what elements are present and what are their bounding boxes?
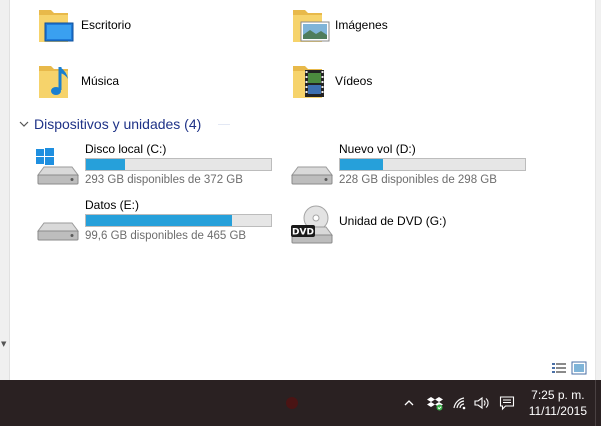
drive-g[interactable]: DVD Unidad de DVD (G:) [288,198,533,246]
videos-folder-icon [290,61,330,101]
devices-group-header[interactable]: Dispositivos y unidades (4) [18,116,230,132]
folder-escritorio[interactable]: Escritorio [36,3,131,47]
drive-usage-bar [85,214,272,227]
windows-drive-icon [34,148,80,188]
taskbar-app-icon[interactable] [280,380,304,426]
details-view-icon[interactable] [551,361,567,375]
file-explorer-window: ▼ Escritorio Imágenes Música Vídeos Disp… [0,0,601,380]
dvd-drive-icon: DVD [288,204,334,244]
pictures-folder-icon [290,5,330,45]
clock-date: 11/11/2015 [528,404,587,418]
large-icons-view-icon[interactable] [571,361,587,375]
hard-drive-icon [34,204,80,244]
drive-usage-fill [86,159,125,170]
drive-c[interactable]: Disco local (C:) 293 GB disponibles de 3… [34,142,279,190]
show-desktop-button[interactable] [595,380,601,426]
folder-musica[interactable]: Música [36,59,119,103]
drive-e[interactable]: Datos (E:) 99,6 GB disponibles de 465 GB [34,198,279,246]
dvd-badge: DVD [292,228,314,238]
volume-icon[interactable] [472,380,492,426]
drive-usage-bar [339,158,526,171]
drive-name: Disco local (C:) [85,142,167,156]
dropbox-icon[interactable] [424,380,446,426]
group-divider [218,124,230,125]
drive-free-space: 293 GB disponibles de 372 GB [85,174,243,186]
wifi-icon[interactable] [450,380,470,426]
taskbar: 7:25 p. m. 11/11/2015 [0,380,601,426]
folder-label: Imágenes [335,18,388,32]
hard-drive-icon [288,148,334,188]
desktop-folder-icon [36,5,76,45]
folder-label: Escritorio [81,18,132,32]
folder-videos[interactable]: Vídeos [290,59,372,103]
drive-usage-fill [340,159,383,170]
drive-usage-fill [86,215,233,226]
drive-usage-bar [85,158,272,171]
chevron-down-icon[interactable] [18,118,30,130]
folder-label: Música [81,74,120,88]
music-folder-icon [36,61,76,101]
drive-d[interactable]: Nuevo vol (D:) 228 GB disponibles de 298… [288,142,533,190]
drive-free-space: 228 GB disponibles de 298 GB [339,174,497,186]
drive-name: Unidad de DVD (G:) [339,214,447,228]
window-right-edge [595,0,601,380]
folder-imagenes[interactable]: Imágenes [290,3,388,47]
drive-name: Nuevo vol (D:) [339,142,416,156]
scroll-down-arrow-icon[interactable]: ▼ [1,340,6,348]
drive-name: Datos (E:) [85,198,140,212]
drive-free-space: 99,6 GB disponibles de 465 GB [85,230,247,242]
taskbar-clock[interactable]: 7:25 p. m. 11/11/2015 [529,387,587,419]
folder-label: Vídeos [335,74,373,88]
action-center-icon[interactable] [496,380,518,426]
chevron-up-icon[interactable] [400,380,418,426]
group-title: Dispositivos y unidades (4) [34,116,202,132]
view-toggle-group [551,361,587,375]
clock-time: 7:25 p. m. [531,388,585,402]
navigation-pane-edge[interactable]: ▼ [0,0,10,380]
